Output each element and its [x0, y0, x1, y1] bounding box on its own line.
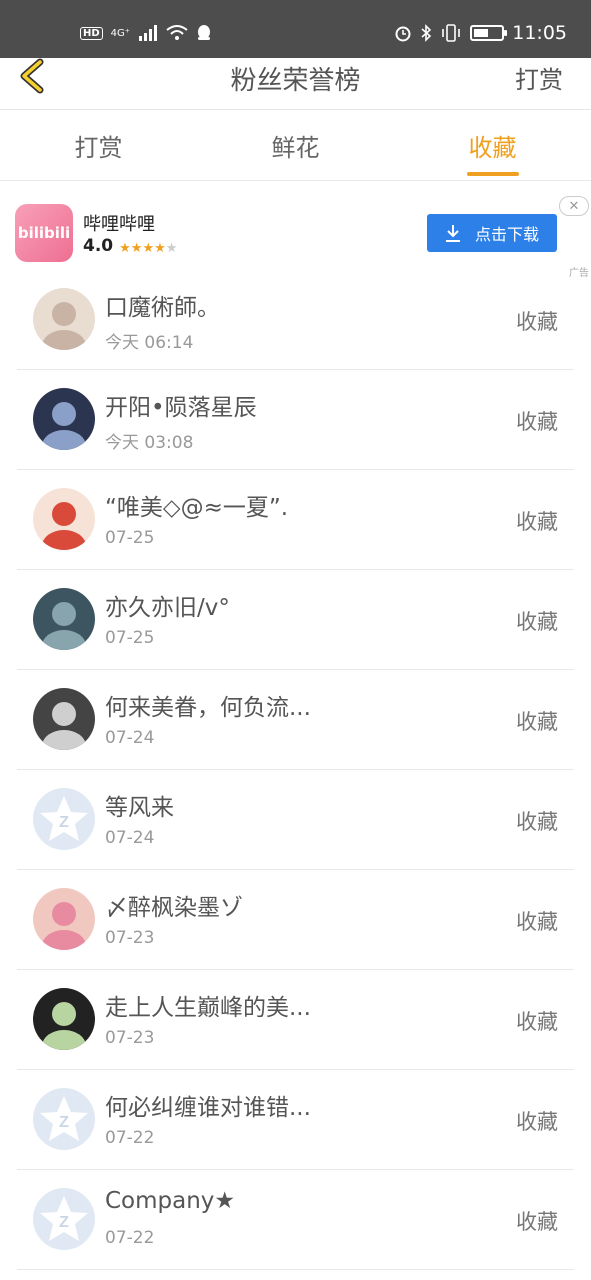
action-label: 收藏 — [516, 410, 558, 434]
timestamp: 今天 03:08 — [105, 433, 194, 453]
hd-indicator: HD — [80, 26, 103, 40]
list-item[interactable]: Z 何必纠缠谁对谁错... 07-22 收藏 — [17, 1070, 574, 1170]
action-label: 收藏 — [516, 1110, 558, 1134]
user-name: 何来美眷，何负流... — [105, 695, 311, 721]
tab-favorites[interactable]: 收藏 — [394, 111, 591, 180]
list-item[interactable]: 何来美眷，何负流... 07-24 收藏 — [17, 670, 574, 770]
wifi-icon — [166, 25, 188, 40]
page-title: 粉丝荣誉榜 — [230, 66, 361, 96]
avatar[interactable]: Z — [33, 1088, 95, 1150]
bluetooth-icon — [421, 24, 432, 42]
svg-text:Z: Z — [59, 1214, 69, 1231]
timestamp: 今天 06:14 — [105, 333, 194, 353]
svg-text:Z: Z — [59, 1114, 69, 1131]
ad-app-name: 哔哩哔哩 — [83, 214, 155, 235]
ad-banner[interactable]: bilibili 哔哩哔哩 4.0 ★★★★★ 点击下载 ✕ 广告 — [0, 182, 591, 280]
user-name: 走上人生巅峰的美... — [105, 995, 311, 1021]
user-name: “唯美◇@≈一夏”. — [105, 495, 289, 521]
favorites-list: 口魔術師。 今天 06:14 收藏 开阳•陨落星辰 今天 03:08 收藏 “唯美◇@≈一夏… — [0, 270, 591, 1270]
tab-bar: 打赏 鲜花 收藏 — [0, 111, 591, 181]
user-name: Company★ — [105, 1188, 236, 1214]
avatar[interactable] — [33, 488, 95, 550]
tab-flowers[interactable]: 鲜花 — [197, 111, 394, 180]
list-item[interactable]: 走上人生巅峰的美... 07-23 收藏 — [17, 970, 574, 1070]
list-item[interactable]: Z 等风来 07-24 收藏 — [17, 770, 574, 870]
timestamp: 07-23 — [105, 928, 155, 948]
action-label: 收藏 — [516, 910, 558, 934]
rating-value: 4.0 — [83, 236, 114, 256]
avatar[interactable] — [33, 888, 95, 950]
user-name: 口魔術師。 — [105, 295, 220, 321]
avatar[interactable] — [33, 388, 95, 450]
clock: 11:05 — [512, 22, 567, 44]
reward-button[interactable]: 打赏 — [515, 60, 563, 95]
alarm-icon — [395, 26, 411, 42]
action-label: 收藏 — [516, 1210, 558, 1234]
network-type: 4G⁺ — [110, 27, 131, 39]
download-button[interactable]: 点击下载 — [427, 214, 557, 252]
avatar[interactable] — [33, 988, 95, 1050]
ad-rating: 4.0 ★★★★★ — [83, 236, 177, 256]
list-item[interactable]: 开阳•陨落星辰今天 03:08 收藏 — [17, 370, 574, 470]
avatar[interactable] — [33, 588, 95, 650]
action-label: 收藏 — [516, 1010, 558, 1034]
timestamp: 07-25 — [105, 628, 155, 648]
user-name: 亦久亦旧/v° — [105, 595, 230, 621]
app-logo-text: bilibili — [17, 224, 71, 242]
list-item[interactable]: 〆醉枫染墨ゾ 07-23 收藏 — [17, 870, 574, 970]
action-label: 收藏 — [516, 710, 558, 734]
action-label: 收藏 — [516, 510, 558, 534]
action-label: 收藏 — [516, 610, 558, 634]
avatar[interactable]: Z — [33, 1188, 95, 1250]
star-icon: ★ — [142, 240, 155, 256]
download-icon — [445, 225, 460, 242]
close-ad-button[interactable]: ✕ — [559, 196, 589, 216]
battery-icon — [470, 25, 508, 41]
avatar[interactable]: Z — [33, 788, 95, 850]
status-right: 11:05 — [394, 22, 567, 44]
user-name: 等风来 — [105, 795, 174, 821]
avatar[interactable] — [33, 288, 95, 350]
user-name: 开阳•陨落星辰 — [105, 395, 257, 421]
action-label: 收藏 — [516, 810, 558, 834]
timestamp: 07-24 — [105, 828, 155, 848]
avatar[interactable] — [33, 688, 95, 750]
list-item[interactable]: 亦久亦旧/v° 07-25 收藏 — [17, 570, 574, 670]
timestamp: 07-24 — [105, 728, 155, 748]
user-name: 何必纠缠谁对谁错... — [105, 1095, 311, 1121]
user-name: 〆醉枫染墨ゾ — [105, 895, 243, 921]
timestamp: 07-25 — [105, 528, 155, 548]
qq-icon — [198, 25, 211, 40]
list-item[interactable]: 口魔術師。今天 06:14 收藏 — [17, 270, 574, 370]
star-icon: ★ — [154, 240, 166, 256]
list-item[interactable]: “唯美◇@≈一夏”. 07-25 收藏 — [17, 470, 574, 570]
vibrate-icon — [442, 24, 461, 42]
star-icon: ★ — [130, 240, 143, 256]
status-left: HD 4G⁺ — [80, 24, 212, 42]
rating-stars: ★★★★★ — [119, 237, 177, 256]
nav-bar: 粉丝荣誉榜 打赏 — [0, 58, 591, 110]
signal-icon — [139, 25, 158, 41]
star-icon: ★ — [119, 240, 131, 256]
download-label: 点击下载 — [474, 225, 539, 244]
svg-text:Z: Z — [59, 814, 69, 831]
star-icon: ★ — [165, 240, 178, 256]
action-label: 收藏 — [516, 310, 558, 334]
app-logo: bilibili — [15, 204, 73, 262]
tab-reward[interactable]: 打赏 — [0, 111, 197, 180]
timestamp: 07-22 — [105, 1128, 155, 1148]
list-item[interactable]: Z Company★ 07-22 收藏 — [17, 1170, 574, 1270]
timestamp: 07-22 — [105, 1228, 155, 1248]
timestamp: 07-23 — [105, 1028, 155, 1048]
status-bar: HD 4G⁺ 11:05 — [0, 0, 591, 58]
